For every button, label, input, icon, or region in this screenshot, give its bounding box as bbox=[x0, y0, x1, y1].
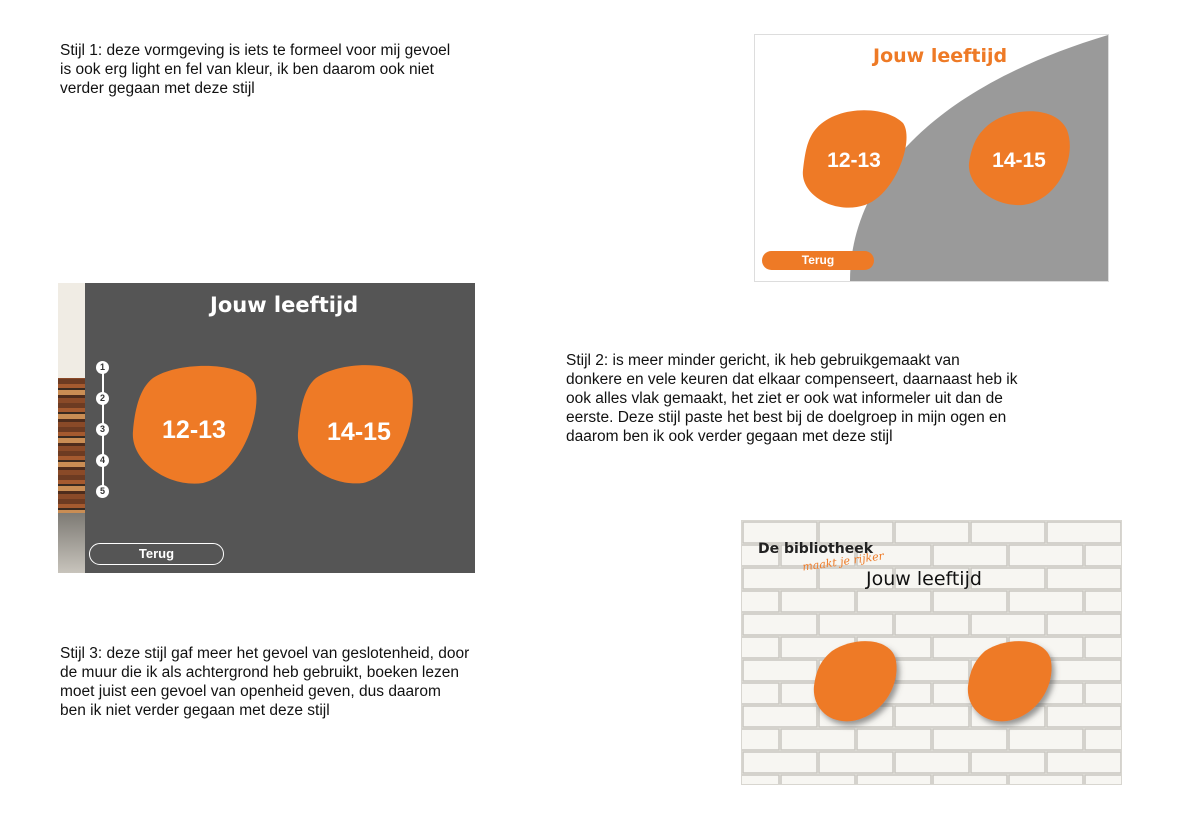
age-option-label: 12-13 bbox=[827, 149, 881, 172]
note-line: is ook erg light en fel van kleur, ik be… bbox=[60, 61, 434, 78]
note-line: daarom ben ik ook verder gegaan met deze… bbox=[566, 428, 893, 445]
age-option-label: 12-13 bbox=[162, 416, 226, 444]
note-line: ben ik niet verder gegaan met deze stijl bbox=[60, 702, 330, 719]
style-3-description: Stijl 3: deze stijl gaf meer het gevoel … bbox=[60, 644, 560, 720]
age-option-label: 14-15 bbox=[992, 149, 1046, 172]
style-2-description: Stijl 2: is meer minder gericht, ik heb … bbox=[566, 351, 1106, 446]
age-option-label: 14-15 bbox=[327, 418, 391, 446]
back-button[interactable]: Terug bbox=[762, 251, 874, 270]
back-button[interactable]: Terug bbox=[89, 543, 224, 565]
note-line: ook alles vlak gemaakt, het ziet er ook … bbox=[566, 390, 1003, 407]
style-3-mockup: De bibliotheek maakt je rijker Jouw leef… bbox=[741, 520, 1122, 785]
note-line: donkere en vele keuren dat elkaar compen… bbox=[566, 371, 1018, 388]
note-line: Stijl 3: deze stijl gaf meer het gevoel … bbox=[60, 645, 470, 662]
page-title: Jouw leeftijd bbox=[866, 568, 982, 590]
style-1-description: Stijl 1: deze vormgeving is iets te form… bbox=[60, 41, 560, 98]
note-line: de muur die ik als achtergrond heb gebru… bbox=[60, 664, 459, 681]
note-line: eerste. Deze stijl paste het best bij de… bbox=[566, 409, 1007, 426]
gray-background-shape: 12-13 14-15 bbox=[802, 35, 1108, 281]
note-line: Stijl 2: is meer minder gericht, ik heb … bbox=[566, 352, 960, 369]
note-line: Stijl 1: deze vormgeving is iets te form… bbox=[60, 42, 451, 59]
style-1-mockup: 12-13 14-15 Jouw leeftijd Terug bbox=[754, 34, 1109, 282]
note-line: moet juist een gevoel van openheid geven… bbox=[60, 683, 441, 700]
style-2-mockup: Jouw leeftijd 1 2 3 4 5 12-13 14-15 Teru… bbox=[58, 283, 475, 573]
note-line: verder gegaan met deze stijl bbox=[60, 80, 255, 97]
page-title: Jouw leeftijd bbox=[873, 45, 1008, 67]
age-options: 12-13 14-15 bbox=[132, 365, 413, 484]
brick-wall-background bbox=[742, 521, 1121, 784]
